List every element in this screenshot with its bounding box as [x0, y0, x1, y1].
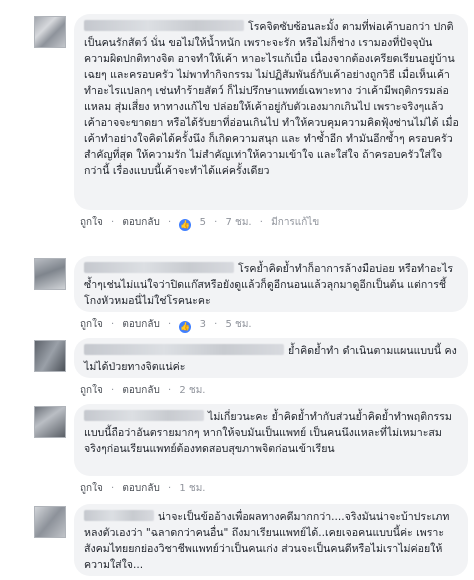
edited-label[interactable]: มีการแก้ไข — [271, 217, 319, 228]
reply-link[interactable]: ตอบกลับ — [122, 217, 159, 228]
comment-bubble: น่าจะเป็นข้ออ้างเพื่อผลทางคดีมากกว่า....… — [74, 504, 468, 576]
author-name[interactable] — [84, 344, 284, 355]
cropped-previous-comment — [92, 0, 95, 5]
avatar[interactable] — [34, 340, 66, 372]
comment-time[interactable]: 5 ชม. — [226, 319, 252, 330]
comment-bubble: ย้ำคิดย้ำทำ ดำเนินตามแผนแบบนี้ คงไม่ได้ป… — [74, 338, 468, 378]
like-link[interactable]: ถูกใจ — [80, 217, 103, 228]
comment-bubble: โรคจิตซับซ้อนละมั้ง ตามที่พ่อเค้าบอกว่า … — [74, 14, 468, 210]
comment-actions: ถูกใจ · ตอบกลับ · 1 ชม. — [80, 483, 206, 494]
comment-bubble: ไม่เกี่ยวนะคะ ย้ำคิดย้ำทำกับส่วนย้ำคิดย้… — [74, 404, 468, 476]
like-link[interactable]: ถูกใจ — [80, 319, 103, 330]
like-link[interactable]: ถูกใจ — [80, 385, 103, 396]
comment-time[interactable]: 2 ชม. — [179, 385, 205, 396]
comment-actions: ถูกใจ · ตอบกลับ · 2 ชม. — [80, 385, 206, 396]
like-count[interactable]: 5 — [200, 217, 206, 228]
like-link[interactable]: ถูกใจ — [80, 483, 103, 494]
like-count[interactable]: 3 — [200, 319, 206, 330]
author-name[interactable] — [84, 20, 244, 31]
comment-actions: ถูกใจ · ตอบกลับ · 👍 3 · 5 ชม. — [80, 319, 252, 333]
avatar[interactable] — [34, 258, 66, 290]
like-reaction-icon[interactable]: 👍 — [179, 218, 192, 231]
avatar[interactable] — [34, 16, 66, 48]
author-name[interactable] — [84, 410, 204, 421]
comment-actions: ถูกใจ · ตอบกลับ · 👍 5 · 7 ชม. · มีการแก้… — [80, 217, 320, 231]
comment-text: โรคจิตซับซ้อนละมั้ง ตามที่พ่อเค้าบอกว่า … — [84, 21, 459, 177]
comment-time[interactable]: 1 ชม. — [179, 483, 205, 494]
avatar[interactable] — [34, 406, 66, 438]
top-cropped-strip — [0, 0, 474, 8]
comment-bubble: โรคย้ำคิดย้ำทำก็อาการล้างมือบ่อย หรือทำอ… — [74, 256, 468, 312]
avatar[interactable] — [34, 506, 66, 538]
reply-link[interactable]: ตอบกลับ — [122, 385, 159, 396]
reply-link[interactable]: ตอบกลับ — [122, 319, 159, 330]
author-name[interactable] — [84, 510, 154, 521]
reply-link[interactable]: ตอบกลับ — [122, 483, 159, 494]
like-reaction-icon[interactable]: 👍 — [179, 320, 192, 333]
comment-time[interactable]: 7 ชม. — [226, 217, 252, 228]
author-name[interactable] — [84, 262, 234, 273]
